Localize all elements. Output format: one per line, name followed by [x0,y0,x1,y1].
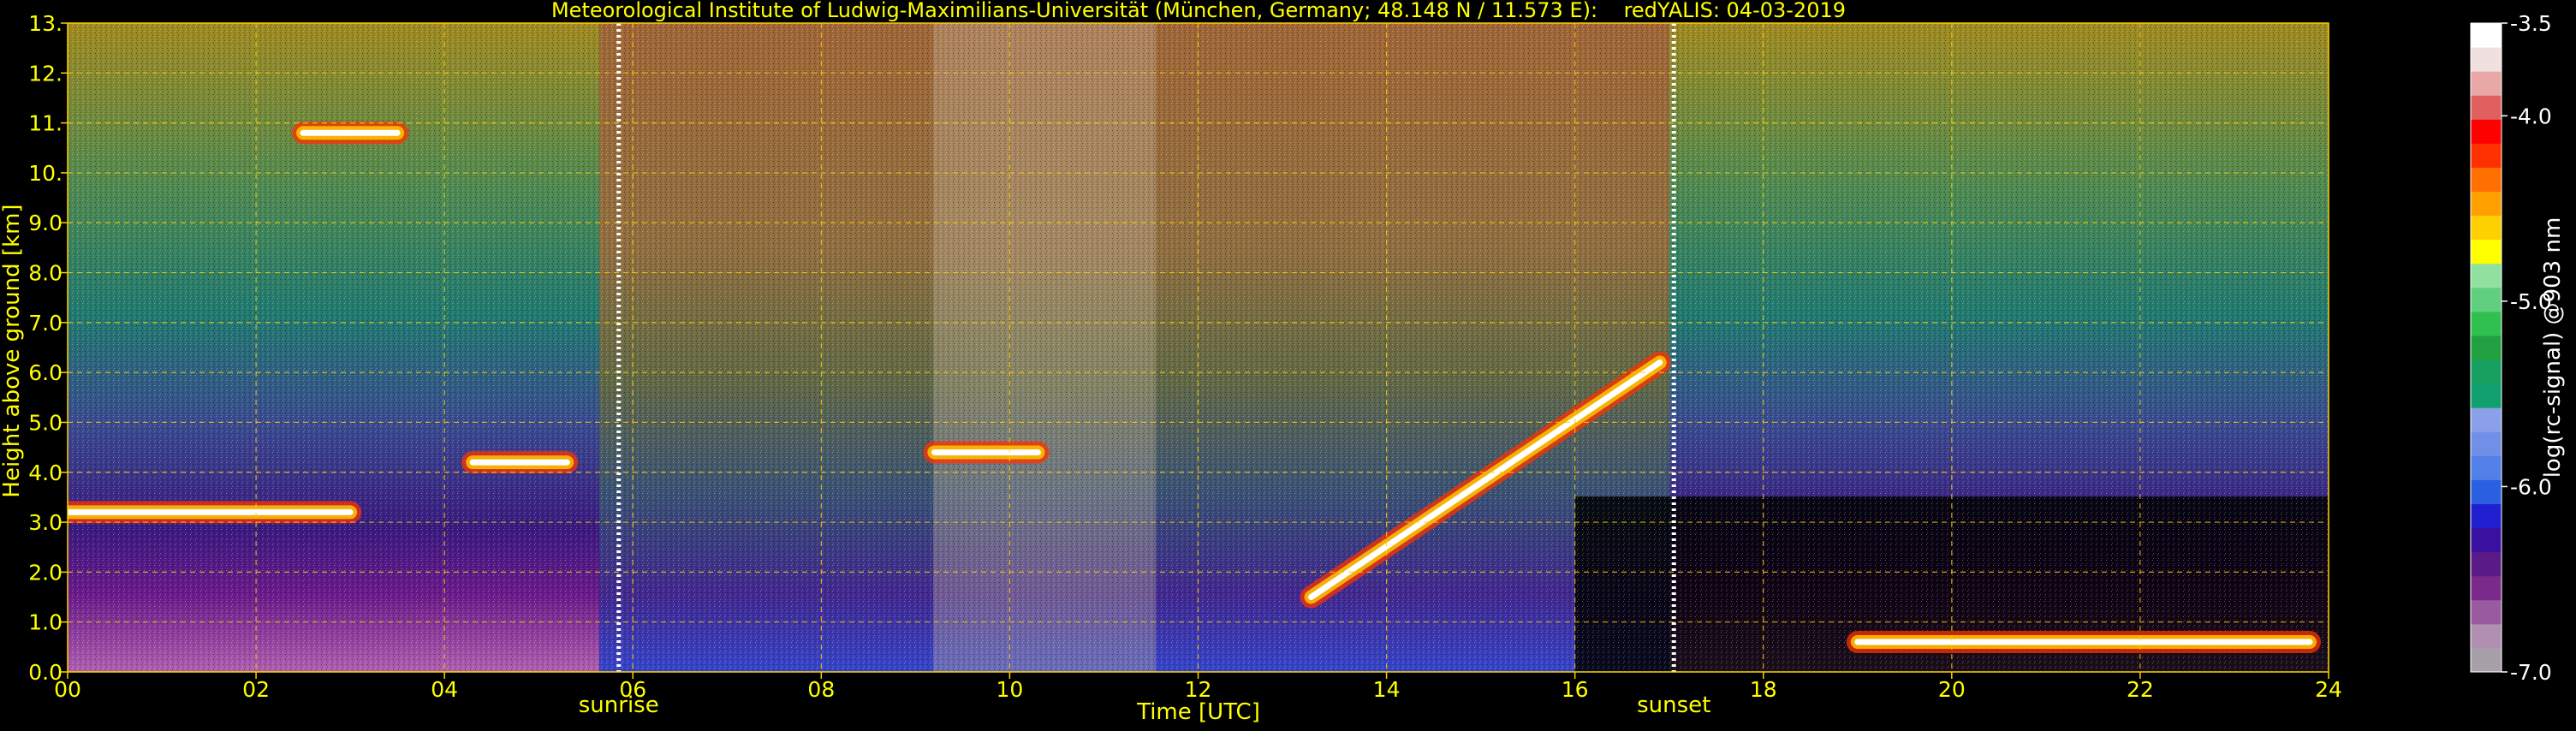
y-tick-label: 6.0 [28,360,62,385]
y-tick-label: 4.0 [28,461,62,485]
colorbar-segment [2471,647,2502,673]
colorbar-segment [2471,360,2502,384]
x-tick-label: 18 [1750,677,1777,702]
colorbar-segment [2471,599,2502,625]
colorbar-segment [2471,215,2502,241]
colorbar-segments [2471,23,2502,673]
colorbar-segment [2471,263,2502,288]
y-tick-label: 8.0 [28,261,62,286]
y-tick-label: 11. [28,111,62,136]
x-tick-label: 10 [996,677,1024,702]
colorbar-segment [2471,119,2502,144]
colorbar-label: log(rc-signal) @903 nm [2540,217,2566,478]
x-tick-label: 16 [1562,677,1589,702]
y-axis: 0.0 1.0 2.0 3.0 4.0 5.0 6.0 7.0 8.0 9.0 10. 11. 12. 1… [28,11,68,685]
chart-svg: sunrise sunset 00 02 04 06 08 10 12 14 16 18 20 22 24… [0,0,2566,725]
colorbar-segment [2471,479,2502,504]
lidar-quicklook: sunrise sunset 00 02 04 06 08 10 12 14 16 18 20 22 24… [0,0,2576,728]
colorbar-segment [2471,71,2502,96]
colorbar-segment [2471,623,2502,649]
colorbar-segment [2471,95,2502,120]
colorbar-segment [2471,143,2502,168]
y-tick-label: 10. [28,161,62,186]
x-tick-label: 02 [242,677,270,702]
colorbar-segment [2471,287,2502,312]
y-tick-label: 1.0 [28,610,62,635]
y-tick-label: 12. [28,61,62,86]
x-axis-label: Time [UTC] [1136,699,1260,725]
colorbar-segment [2471,191,2502,217]
colorbar-segment [2471,503,2502,529]
x-tick-label: 04 [431,677,458,702]
colorbar-tick-label: -3.5 [2510,11,2552,36]
colorbar-segment [2471,407,2502,432]
y-tick-label: 3.0 [28,510,62,535]
y-tick-label: 9.0 [28,211,62,235]
x-axis: 00 02 04 06 08 10 12 14 16 18 20 22 24 [54,672,2342,702]
x-tick-label: 20 [1938,677,1966,702]
y-tick-label: 0.0 [28,660,62,685]
colorbar-segment [2471,311,2502,336]
y-tick-label: 13. [28,11,62,36]
colorbar-segment [2471,335,2502,360]
x-tick-label: 06 [619,677,646,702]
colorbar-segment [2471,239,2502,264]
time-marker-label: sunset [1637,692,1710,718]
plot-area [68,23,2329,672]
colorbar-segment [2471,455,2502,480]
y-axis-label: Height above ground [km] [0,204,25,497]
chart-title: Meteorological Institute of Ludwig-Maxim… [551,0,1846,22]
colorbar-segment [2471,47,2502,72]
colorbar-segment [2471,167,2502,193]
x-tick-label: 12 [1185,677,1212,702]
colorbar-segment [2471,383,2502,408]
x-tick-label: 22 [2127,677,2154,702]
colorbar-segment [2471,527,2502,553]
colorbar-segment [2471,575,2502,601]
y-tick-label: 7.0 [28,311,62,336]
y-tick-label: 2.0 [28,560,62,585]
colorbar-segment [2471,431,2502,456]
colorbar-segment [2471,551,2502,577]
y-tick-label: 5.0 [28,410,62,435]
colorbar-tick-label: -4.0 [2510,104,2552,128]
colorbar-tick-label: -7.0 [2510,660,2552,685]
x-tick-label: 24 [2315,677,2342,702]
colorbar: -3.5-4.0-5.0-6.0-7.0 log(rc-signal) @903… [2470,11,2566,685]
x-tick-label: 14 [1373,677,1401,702]
x-tick-label: 08 [807,677,835,702]
colorbar-segment [2471,23,2502,48]
